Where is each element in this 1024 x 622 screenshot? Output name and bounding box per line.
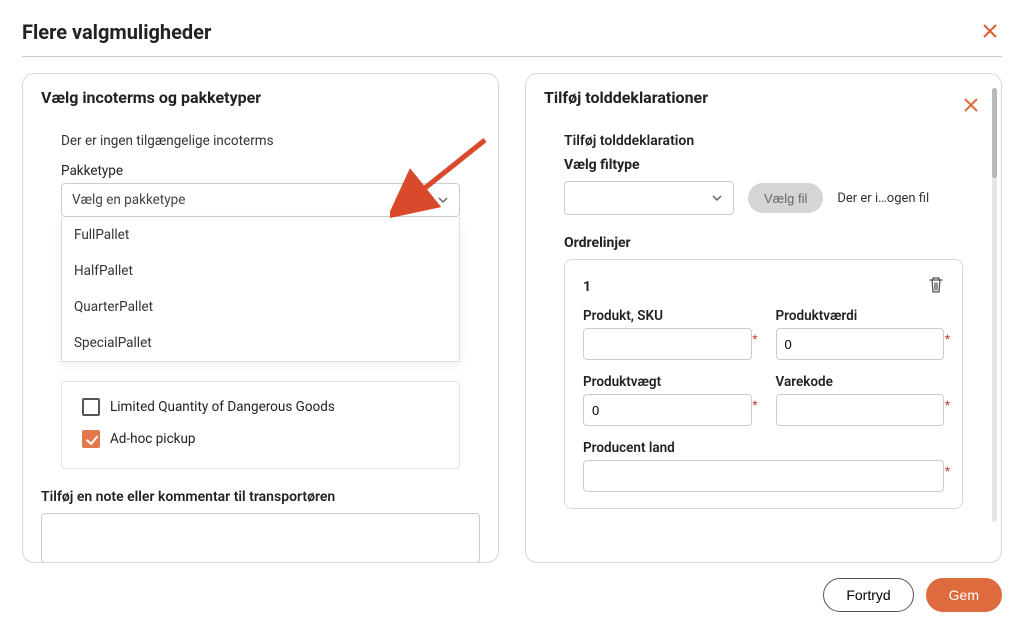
package-type-dropdown: FullPallet HalfPallet QuarterPallet Spec… (61, 217, 460, 362)
value-label: Produktværdi (776, 308, 945, 324)
required-indicator: * (945, 332, 950, 346)
country-label: Producent land (583, 440, 944, 456)
orderline-index: 1 (583, 279, 591, 295)
choose-file-button[interactable]: Vælg fil (748, 183, 823, 213)
lq-checkbox[interactable] (82, 398, 100, 416)
required-indicator: * (945, 398, 950, 412)
incoterms-title: Vælg incoterms og pakketyper (41, 88, 480, 107)
filetype-label: Vælg filtype (564, 157, 963, 173)
orderline-card: 1 Produkt, SKU * Produktværdi (564, 259, 963, 509)
package-option[interactable]: HalfPallet (62, 253, 459, 289)
country-input[interactable] (583, 460, 944, 492)
package-type-select[interactable]: Vælg en pakketype (61, 183, 460, 217)
weight-input[interactable] (583, 394, 752, 426)
package-type-label: Pakketype (61, 163, 460, 179)
lq-label: Limited Quantity of Dangerous Goods (110, 399, 335, 415)
no-incoterms-text: Der er ingen tilgængelige incoterms (61, 133, 460, 149)
sku-label: Produkt, SKU (583, 308, 752, 324)
code-label: Varekode (776, 374, 945, 390)
customs-section-label: Tilføj tolddeklaration (564, 133, 963, 149)
customs-title: Tilføj tolddeklarationer (544, 88, 708, 107)
orderlines-label: Ordrelinjer (564, 235, 963, 251)
filetype-select[interactable] (564, 181, 734, 215)
weight-label: Produktvægt (583, 374, 752, 390)
chevron-down-icon (437, 194, 449, 206)
note-label: Tilføj en note eller kommentar til trans… (41, 489, 480, 505)
chevron-down-icon (711, 192, 723, 204)
sku-input[interactable] (583, 328, 752, 360)
close-icon[interactable] (978, 20, 1002, 44)
required-indicator: * (945, 464, 950, 478)
customs-panel: Tilføj tolddeklarationer Tilføj tolddekl… (525, 73, 1002, 563)
package-option[interactable]: QuarterPallet (62, 289, 459, 325)
adhoc-checkbox[interactable] (82, 430, 100, 448)
file-status-text: Der er i…ogen fil (837, 191, 963, 206)
trash-icon[interactable] (928, 276, 944, 298)
cancel-button[interactable]: Fortryd (823, 578, 913, 612)
package-option[interactable]: FullPallet (62, 217, 459, 253)
required-indicator: * (752, 398, 757, 412)
scrollbar[interactable] (992, 88, 997, 522)
adhoc-label: Ad-hoc pickup (110, 431, 196, 447)
modal-title: Flere valgmuligheder (22, 20, 211, 44)
value-input[interactable] (776, 328, 945, 360)
incoterms-panel: Vælg incoterms og pakketyper Der er inge… (22, 73, 499, 563)
required-indicator: * (752, 332, 757, 346)
note-textarea[interactable] (41, 513, 480, 563)
customs-close-icon[interactable] (959, 94, 983, 118)
package-type-placeholder: Vælg en pakketype (72, 192, 185, 208)
package-option[interactable]: SpecialPallet (62, 325, 459, 361)
save-button[interactable]: Gem (926, 578, 1002, 612)
code-input[interactable] (776, 394, 945, 426)
